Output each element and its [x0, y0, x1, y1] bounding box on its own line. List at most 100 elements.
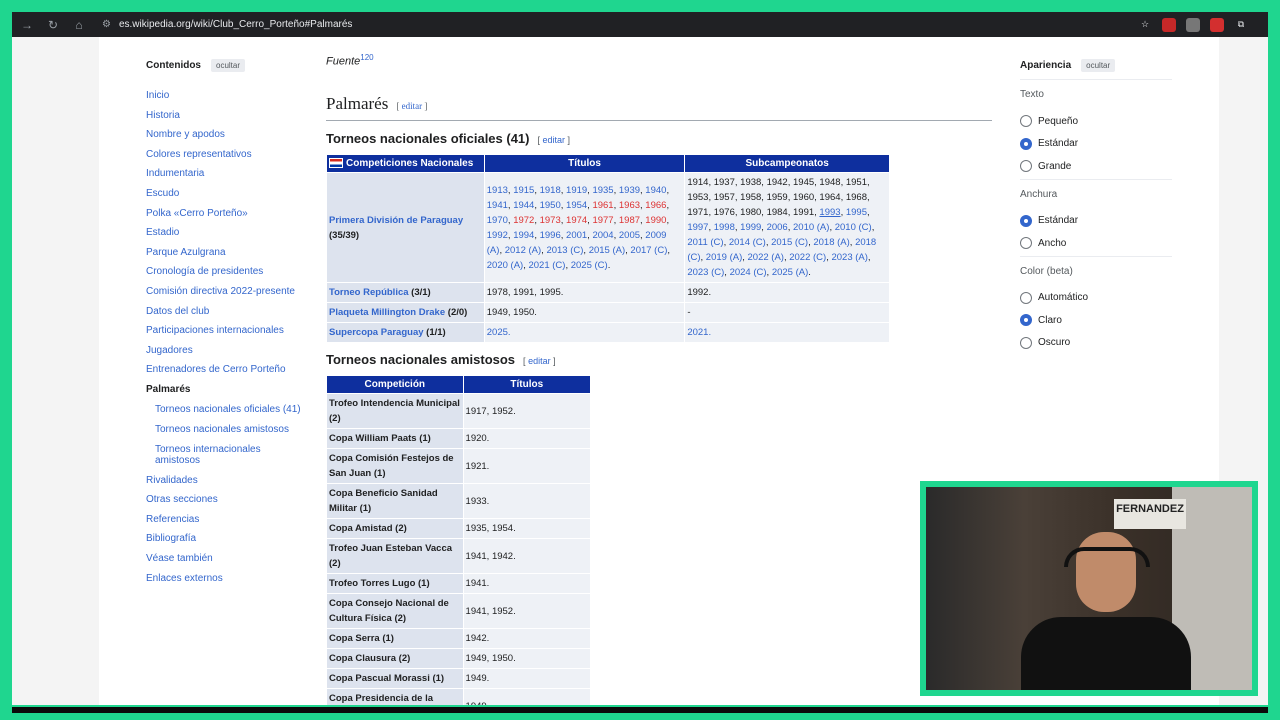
toc-subitem[interactable]: Torneos nacionales amistosos: [155, 424, 305, 435]
toc-item[interactable]: Nombre y apodos: [146, 129, 225, 140]
year-link[interactable]: 2021 (C): [528, 260, 565, 271]
puzzle-icon[interactable]: ⧉: [1234, 18, 1248, 32]
year-link[interactable]: 2015 (A): [589, 245, 625, 256]
year-link[interactable]: 1972: [513, 215, 534, 226]
competition-link[interactable]: Supercopa Paraguay: [329, 327, 424, 338]
year-link[interactable]: 2015 (C): [771, 237, 808, 248]
year-link[interactable]: 2010 (C): [835, 222, 872, 233]
toc-item[interactable]: Parque Azulgrana: [146, 247, 226, 258]
radio-option[interactable]: Oscuro: [1020, 336, 1070, 349]
year-link[interactable]: 1994: [513, 230, 534, 241]
year-link[interactable]: 2004: [592, 230, 613, 241]
year-link[interactable]: 1939: [619, 185, 640, 196]
year-link[interactable]: 1963: [619, 200, 640, 211]
toc-item[interactable]: Estadio: [146, 227, 179, 238]
toc-hide-button[interactable]: ocultar: [211, 59, 246, 72]
radio-icon[interactable]: [1020, 137, 1032, 150]
toc-item[interactable]: Polka «Cerro Porteño»: [146, 208, 248, 219]
competition-link[interactable]: Torneo República: [329, 287, 409, 298]
year-link[interactable]: 1941: [487, 200, 508, 211]
extension-gray-icon[interactable]: [1186, 17, 1200, 32]
radio-icon[interactable]: [1020, 214, 1032, 227]
toc-item[interactable]: Cronología de presidentes: [146, 266, 263, 277]
year-link[interactable]: 1973: [540, 215, 561, 226]
year-link[interactable]: 2023 (C): [687, 267, 724, 278]
radio-icon[interactable]: [1020, 160, 1032, 172]
edit-link-palmares[interactable]: editar: [396, 101, 427, 111]
year-link[interactable]: 1950: [540, 200, 561, 211]
toc-item[interactable]: Véase también: [146, 553, 213, 564]
toc-item[interactable]: Inicio: [146, 90, 169, 101]
toc-item[interactable]: Colores representativos: [146, 149, 252, 160]
extension-red-icon[interactable]: [1162, 17, 1176, 32]
year-link[interactable]: 2014 (C): [729, 237, 766, 248]
radio-option[interactable]: Claro: [1020, 314, 1062, 326]
year-link[interactable]: 1995: [846, 207, 867, 218]
toc-subitem[interactable]: Torneos nacionales oficiales (41): [155, 404, 305, 415]
radio-icon[interactable]: [1020, 336, 1032, 349]
radio-option[interactable]: Grande: [1020, 160, 1071, 172]
radio-icon[interactable]: [1020, 115, 1032, 127]
year-link[interactable]: 2010 (A): [793, 222, 829, 233]
toc-item[interactable]: Entrenadores de Cerro Porteño: [146, 364, 286, 375]
year-link[interactable]: 1913: [487, 185, 508, 196]
year-link[interactable]: 1999: [740, 222, 761, 233]
toc-item[interactable]: Bibliografía: [146, 533, 196, 544]
year-link[interactable]: 2018 (A): [813, 237, 849, 248]
star-icon[interactable]: ☆: [1138, 18, 1152, 32]
radio-icon[interactable]: [1020, 291, 1032, 304]
radio-option[interactable]: Ancho: [1020, 237, 1066, 249]
year-link[interactable]: 1919: [566, 185, 587, 196]
toc-item[interactable]: Palmarés: [146, 384, 190, 395]
year-link[interactable]: 1987: [619, 215, 640, 226]
toc-item[interactable]: Otras secciones: [146, 494, 218, 505]
address-bar[interactable]: ⚙ es.wikipedia.org/wiki/Club_Cerro_Porte…: [102, 19, 352, 30]
year-link[interactable]: 2025 (A): [772, 267, 808, 278]
radio-option[interactable]: Pequeño: [1020, 115, 1078, 127]
extension-pdf-icon[interactable]: [1210, 17, 1224, 32]
toc-item[interactable]: Comisión directiva 2022-presente: [146, 286, 295, 297]
site-settings-icon[interactable]: ⚙: [102, 19, 111, 30]
year-link[interactable]: 1918: [540, 185, 561, 196]
radio-icon[interactable]: [1020, 314, 1032, 326]
year-link[interactable]: 2013 (C): [546, 245, 583, 256]
year-link[interactable]: 2023 (A): [831, 252, 867, 263]
year-link[interactable]: 1992: [487, 230, 508, 241]
home-icon[interactable]: ⌂: [68, 16, 90, 34]
toc-item[interactable]: Escudo: [146, 188, 179, 199]
year-link[interactable]: 2024 (C): [730, 267, 767, 278]
year-link[interactable]: 1997: [687, 222, 708, 233]
edit-link-amistosos[interactable]: editar: [523, 356, 556, 366]
year-link[interactable]: 2020 (A): [487, 260, 523, 271]
edit-link-oficiales[interactable]: editar: [538, 135, 571, 145]
toc-subitem[interactable]: Torneos internacionales amistosos: [155, 444, 305, 466]
year-link[interactable]: 1998: [714, 222, 735, 233]
competition-link[interactable]: Plaqueta Millington Drake: [329, 307, 445, 318]
year-link[interactable]: 1996: [540, 230, 561, 241]
competition-link[interactable]: Primera División de Paraguay: [329, 215, 463, 226]
toc-item[interactable]: Datos del club: [146, 306, 209, 317]
year-link[interactable]: 2022 (C): [789, 252, 826, 263]
appearance-hide-button[interactable]: ocultar: [1081, 59, 1116, 72]
year-link[interactable]: 1961: [592, 200, 613, 211]
year-link[interactable]: 1935: [592, 185, 613, 196]
year-link[interactable]: 1970: [487, 215, 508, 226]
year-link[interactable]: 2012 (A): [505, 245, 541, 256]
year-link[interactable]: 2025 (C): [571, 260, 608, 271]
radio-option[interactable]: Estándar: [1020, 137, 1078, 150]
year-link[interactable]: 2001: [566, 230, 587, 241]
toc-item[interactable]: Rivalidades: [146, 475, 198, 486]
toc-item[interactable]: Jugadores: [146, 345, 193, 356]
year-link[interactable]: 1944: [513, 200, 534, 211]
toc-item[interactable]: Indumentaria: [146, 168, 204, 179]
year-link[interactable]: 2005: [619, 230, 640, 241]
toc-item[interactable]: Enlaces externos: [146, 573, 223, 584]
year-link[interactable]: 1977: [592, 215, 613, 226]
reload-icon[interactable]: ↻: [42, 16, 64, 34]
year-link[interactable]: 2017 (C): [630, 245, 667, 256]
toc-item[interactable]: Participaciones internacionales: [146, 325, 284, 336]
year-link[interactable]: 1915: [513, 185, 534, 196]
year-link[interactable]: 2006: [767, 222, 788, 233]
radio-icon[interactable]: [1020, 237, 1032, 249]
forward-icon[interactable]: →: [16, 16, 38, 34]
